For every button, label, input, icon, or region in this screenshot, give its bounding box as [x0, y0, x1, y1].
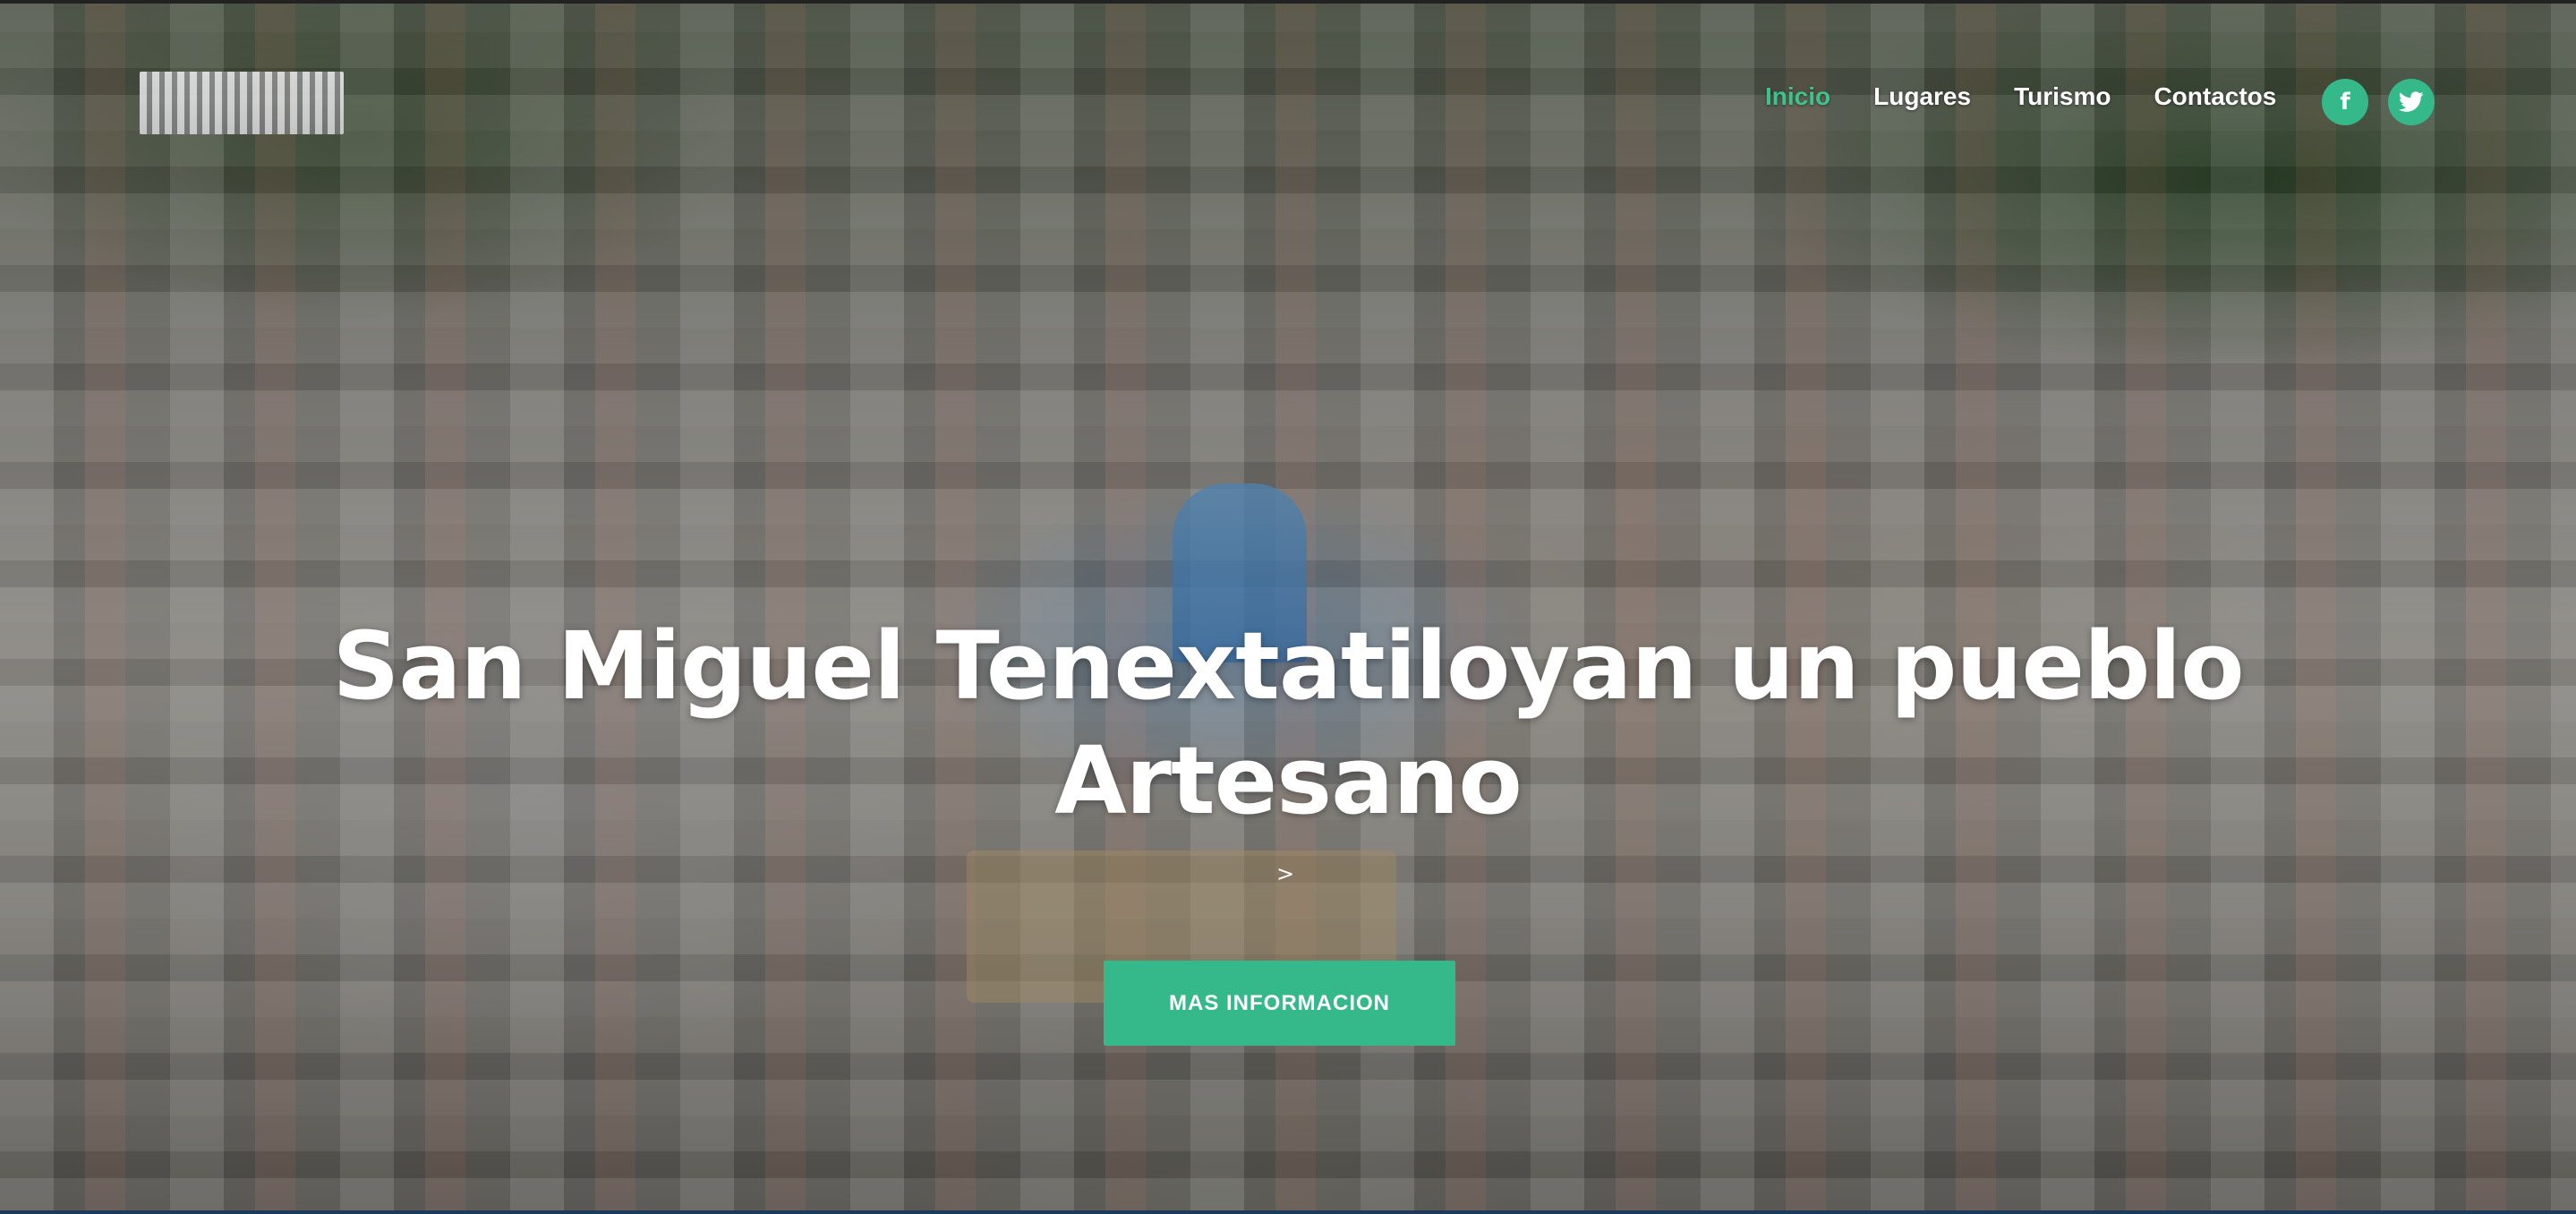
nav-item-inicio[interactable]: Inicio [1765, 82, 1830, 111]
facebook-glyph: f [2340, 89, 2350, 115]
hero-title: San Miguel Tenextatiloyan un pueblo Arte… [269, 609, 2307, 838]
hero-title-line2: Artesano [1054, 726, 1523, 835]
facebook-icon[interactable]: f [2322, 79, 2368, 125]
main-nav: Inicio Lugares Turismo Contactos [1765, 82, 2319, 111]
social-links: f [2322, 79, 2435, 125]
twitter-icon[interactable] [2388, 79, 2435, 125]
twitter-bird-glyph [2399, 91, 2424, 112]
top-border [0, 0, 2576, 4]
hero-title-line1: San Miguel Tenextatiloyan un pueblo [332, 611, 2244, 721]
site-logo[interactable] [140, 72, 344, 134]
nav-item-lugares[interactable]: Lugares [1873, 82, 1971, 111]
mas-informacion-button[interactable]: MAS INFORMACION [1104, 961, 1455, 1046]
nav-item-turismo[interactable]: Turismo [2014, 82, 2111, 111]
slider-arrow[interactable]: > [1276, 861, 1294, 886]
nav-item-contactos[interactable]: Contactos [2154, 82, 2276, 111]
bottom-border [0, 1210, 2576, 1214]
